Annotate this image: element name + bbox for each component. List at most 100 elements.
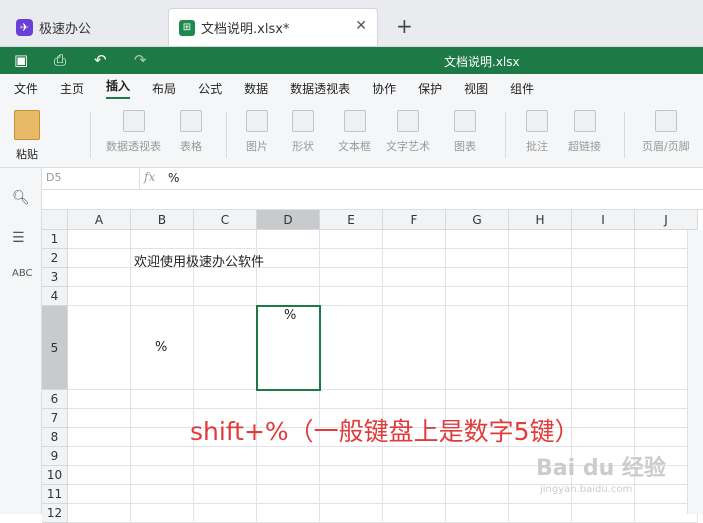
cell[interactable]: [68, 230, 131, 249]
menu-view[interactable]: 视图: [464, 80, 488, 97]
comment-button[interactable]: 批注: [526, 110, 548, 154]
cell[interactable]: [446, 230, 509, 249]
cell[interactable]: [131, 466, 194, 485]
row-header-9[interactable]: 9: [42, 447, 68, 466]
cell[interactable]: [572, 390, 635, 409]
name-box[interactable]: D5: [42, 168, 140, 189]
cell[interactable]: [509, 268, 572, 287]
cell[interactable]: [68, 447, 131, 466]
row-header-6[interactable]: 6: [42, 390, 68, 409]
pivot-table-button[interactable]: 数据透视表: [106, 110, 161, 154]
tab-app[interactable]: ✈ 极速办公: [8, 8, 158, 46]
row-header-8[interactable]: 8: [42, 428, 68, 447]
print-icon[interactable]: ⎙: [54, 51, 66, 69]
cell[interactable]: [509, 306, 572, 390]
cell[interactable]: [383, 287, 446, 306]
cell[interactable]: [68, 249, 131, 268]
cell[interactable]: [131, 409, 194, 428]
cell[interactable]: [194, 268, 257, 287]
cell[interactable]: [68, 485, 131, 504]
spellcheck-icon[interactable]: ABC: [12, 268, 33, 279]
undo-icon[interactable]: ↶: [94, 51, 107, 69]
cell[interactable]: [68, 306, 131, 390]
table-button[interactable]: 表格: [180, 110, 202, 154]
cell[interactable]: [68, 268, 131, 287]
cell[interactable]: [446, 306, 509, 390]
column-header-d[interactable]: D: [257, 210, 320, 230]
cell[interactable]: [320, 390, 383, 409]
column-header-g[interactable]: G: [446, 210, 509, 230]
cell[interactable]: [194, 306, 257, 390]
redo-icon[interactable]: ↷: [134, 51, 147, 69]
cell[interactable]: [446, 466, 509, 485]
cell[interactable]: [194, 447, 257, 466]
cell[interactable]: [509, 249, 572, 268]
column-header-i[interactable]: I: [572, 210, 635, 230]
cell[interactable]: [320, 485, 383, 504]
header-footer-button[interactable]: 页眉/页脚: [642, 110, 690, 154]
menu-file[interactable]: 文件: [14, 80, 38, 97]
tab-document[interactable]: ⊞ 文档说明.xlsx* ✕: [168, 8, 378, 46]
column-header-j[interactable]: J: [635, 210, 698, 230]
menu-formula[interactable]: 公式: [198, 80, 222, 97]
cell[interactable]: [572, 306, 635, 390]
cell[interactable]: [257, 249, 320, 268]
menu-protect[interactable]: 保护: [418, 80, 442, 97]
cell[interactable]: [194, 230, 257, 249]
chart-button[interactable]: 图表: [454, 110, 476, 154]
close-icon[interactable]: ✕: [355, 18, 367, 34]
cell[interactable]: [131, 485, 194, 504]
cell[interactable]: [131, 447, 194, 466]
menu-data[interactable]: 数据: [244, 80, 268, 97]
vertical-scrollbar[interactable]: [687, 230, 703, 514]
cell[interactable]: [131, 428, 194, 447]
row-header-2[interactable]: 2: [42, 249, 68, 268]
formula-input[interactable]: %: [168, 171, 179, 185]
cell[interactable]: [68, 287, 131, 306]
cell[interactable]: [257, 230, 320, 249]
cell[interactable]: [446, 390, 509, 409]
cell[interactable]: [383, 249, 446, 268]
cell[interactable]: [194, 466, 257, 485]
cell[interactable]: [257, 485, 320, 504]
column-header-c[interactable]: C: [194, 210, 257, 230]
cell[interactable]: [131, 287, 194, 306]
search-icon[interactable]: 🔍︎: [12, 190, 30, 206]
cell[interactable]: [572, 428, 635, 447]
cell[interactable]: [572, 409, 635, 428]
column-header-e[interactable]: E: [320, 210, 383, 230]
wordart-button[interactable]: 文字艺术: [386, 110, 430, 154]
menu-home[interactable]: 主页: [60, 80, 84, 97]
active-cell-cursor[interactable]: [256, 305, 321, 391]
cell[interactable]: [68, 466, 131, 485]
cell[interactable]: [383, 390, 446, 409]
row-header-7[interactable]: 7: [42, 409, 68, 428]
row-header-4[interactable]: 4: [42, 287, 68, 306]
row-header-11[interactable]: 11: [42, 485, 68, 504]
row-header-3[interactable]: 3: [42, 268, 68, 287]
column-header-f[interactable]: F: [383, 210, 446, 230]
cell[interactable]: [509, 287, 572, 306]
select-all-corner[interactable]: [42, 210, 68, 230]
menu-layout[interactable]: 布局: [152, 80, 176, 97]
cell[interactable]: [509, 230, 572, 249]
cell[interactable]: [194, 390, 257, 409]
cell[interactable]: [68, 390, 131, 409]
cell[interactable]: [383, 447, 446, 466]
comment-panel-icon[interactable]: ☰: [12, 230, 25, 246]
cell[interactable]: [320, 447, 383, 466]
cell[interactable]: [320, 268, 383, 287]
cell[interactable]: [131, 268, 194, 287]
column-header-b[interactable]: B: [131, 210, 194, 230]
cell[interactable]: [509, 390, 572, 409]
cell[interactable]: [383, 268, 446, 287]
cell[interactable]: [257, 390, 320, 409]
cell[interactable]: [446, 268, 509, 287]
cell[interactable]: [446, 447, 509, 466]
cell[interactable]: [572, 249, 635, 268]
row-header-10[interactable]: 10: [42, 466, 68, 485]
textbox-button[interactable]: 文本框: [338, 110, 371, 154]
cell[interactable]: [257, 466, 320, 485]
cell[interactable]: [320, 230, 383, 249]
paste-button[interactable]: 粘贴: [14, 110, 40, 162]
